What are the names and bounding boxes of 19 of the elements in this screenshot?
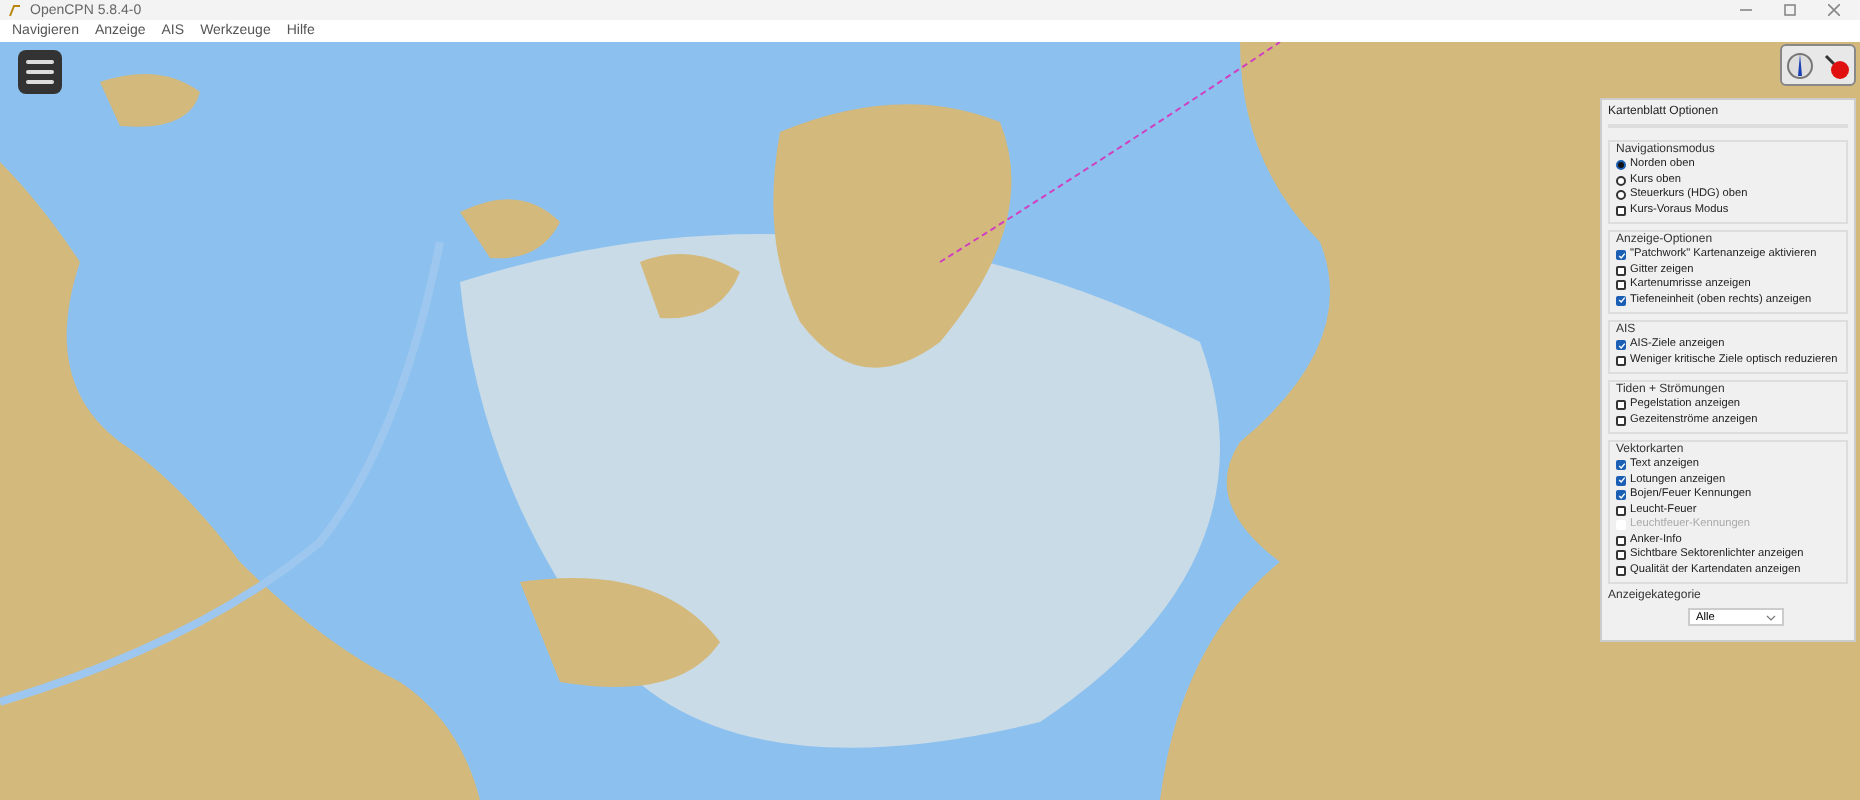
radio-button[interactable] [1616,160,1626,171]
radio-button[interactable] [1616,175,1626,186]
chevron-down-icon [1766,613,1776,621]
checkbox[interactable] [1616,505,1626,516]
checkbox[interactable] [1616,415,1626,426]
checkbox[interactable] [1616,550,1626,561]
app-logo-icon [8,3,22,17]
checkbox[interactable] [1616,400,1626,411]
radio-button[interactable] [1616,190,1626,201]
checkbox[interactable] [1616,565,1626,576]
checkbox[interactable] [1616,265,1626,276]
checkbox[interactable] [1616,205,1626,216]
navigation-light-icon[interactable] [1822,51,1850,79]
checkbox[interactable] [1616,535,1626,546]
menu-button[interactable] [18,50,62,94]
checkbox[interactable] [1616,355,1626,366]
compass-widget[interactable] [1780,44,1856,86]
checkbox[interactable] [1616,280,1626,291]
compass-icon[interactable] [1786,51,1814,79]
